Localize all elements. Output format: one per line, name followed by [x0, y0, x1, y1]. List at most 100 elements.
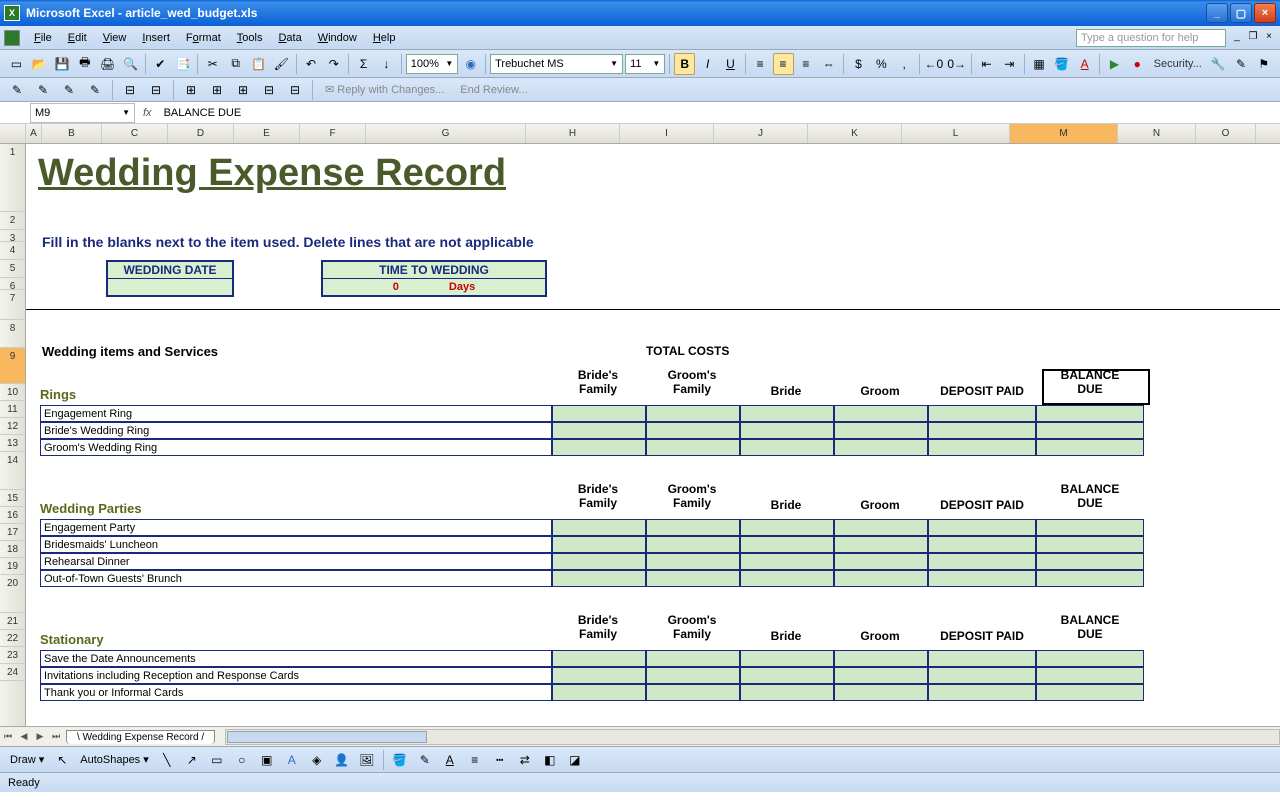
oval-icon[interactable]: ○: [231, 749, 253, 771]
mdi-restore[interactable]: ❐: [1246, 31, 1260, 45]
table-cell[interactable]: [646, 405, 740, 422]
row-24[interactable]: 24: [0, 664, 25, 681]
table-cell[interactable]: [552, 405, 646, 422]
table-cell[interactable]: [740, 684, 834, 701]
table-cell[interactable]: [1036, 650, 1144, 667]
table-cell[interactable]: [1036, 422, 1144, 439]
table-cell[interactable]: [740, 439, 834, 456]
table-cell[interactable]: [928, 553, 1036, 570]
permission-icon[interactable]: 🖶: [74, 53, 95, 75]
table-cell[interactable]: [552, 519, 646, 536]
percent-icon[interactable]: %: [871, 53, 892, 75]
research-icon[interactable]: 📑: [173, 53, 194, 75]
col-G[interactable]: G: [366, 124, 526, 143]
help-icon[interactable]: ◉: [460, 53, 481, 75]
row-2[interactable]: 2: [0, 212, 25, 230]
textbox-icon[interactable]: ▣: [256, 749, 278, 771]
col-J[interactable]: J: [714, 124, 808, 143]
fontcolor2-icon[interactable]: A: [439, 749, 461, 771]
select-all-corner[interactable]: [0, 124, 26, 143]
row-14[interactable]: 14: [0, 452, 25, 490]
align-right-icon[interactable]: ≡: [796, 53, 817, 75]
align-left-icon[interactable]: ≡: [750, 53, 771, 75]
zoom-combo[interactable]: 100%▼: [406, 54, 459, 74]
table-cell[interactable]: [928, 405, 1036, 422]
currency-icon[interactable]: $: [848, 53, 869, 75]
redo-icon[interactable]: ↷: [323, 53, 344, 75]
menu-format[interactable]: Format: [178, 30, 229, 46]
table-cell[interactable]: [1036, 519, 1144, 536]
tab-first[interactable]: ⏮: [0, 729, 16, 745]
autosum-icon[interactable]: Σ: [353, 53, 374, 75]
help-search-input[interactable]: Type a question for help: [1076, 29, 1226, 47]
col-D[interactable]: D: [168, 124, 234, 143]
linecolor-icon[interactable]: ✎: [414, 749, 436, 771]
rev3-icon[interactable]: ✎: [58, 79, 80, 101]
row-13[interactable]: 13: [0, 435, 25, 452]
decrease-decimal-icon[interactable]: 0→: [946, 53, 967, 75]
table-row[interactable]: Thank you or Informal Cards: [40, 684, 552, 701]
row-15[interactable]: 15: [0, 490, 25, 507]
row-6[interactable]: 6: [0, 278, 25, 290]
rectangle-icon[interactable]: ▭: [206, 749, 228, 771]
col-F[interactable]: F: [300, 124, 366, 143]
table-cell[interactable]: [552, 553, 646, 570]
row-18[interactable]: 18: [0, 541, 25, 558]
table-cell[interactable]: [834, 519, 928, 536]
preview-icon[interactable]: 🔍: [120, 53, 141, 75]
table-cell[interactable]: [834, 570, 928, 587]
line-icon[interactable]: ╲: [156, 749, 178, 771]
wordart-icon[interactable]: A: [281, 749, 303, 771]
table-cell[interactable]: [740, 667, 834, 684]
menu-help[interactable]: Help: [365, 30, 404, 46]
active-cell[interactable]: [1042, 369, 1150, 405]
row-3[interactable]: 3: [0, 230, 25, 242]
row-12[interactable]: 12: [0, 418, 25, 435]
linestyle-icon[interactable]: ≡: [464, 749, 486, 771]
row-20[interactable]: 20: [0, 575, 25, 613]
row-23[interactable]: 23: [0, 647, 25, 664]
table-cell[interactable]: [928, 650, 1036, 667]
fill-color-icon[interactable]: 🪣: [1051, 53, 1072, 75]
maximize-button[interactable]: ▢: [1230, 3, 1252, 23]
tool2-icon[interactable]: ✎: [1231, 53, 1252, 75]
table-row[interactable]: Engagement Party: [40, 519, 552, 536]
increase-decimal-icon[interactable]: ←0: [923, 53, 944, 75]
table-row[interactable]: Out-of-Town Guests' Brunch: [40, 570, 552, 587]
table-cell[interactable]: [552, 684, 646, 701]
table-cell[interactable]: [1036, 405, 1144, 422]
cut-icon[interactable]: ✂: [202, 53, 223, 75]
save-icon[interactable]: 💾: [52, 53, 73, 75]
underline-icon[interactable]: U: [720, 53, 741, 75]
table-cell[interactable]: [834, 553, 928, 570]
paste-icon[interactable]: 📋: [248, 53, 269, 75]
col-H[interactable]: H: [526, 124, 620, 143]
decrease-indent-icon[interactable]: ⇤: [976, 53, 997, 75]
mdi-minimize[interactable]: _: [1230, 31, 1244, 45]
undo-icon[interactable]: ↶: [301, 53, 322, 75]
row-11[interactable]: 11: [0, 401, 25, 418]
table-row[interactable]: Rehearsal Dinner: [40, 553, 552, 570]
table-cell[interactable]: [740, 422, 834, 439]
table-row[interactable]: Engagement Ring: [40, 405, 552, 422]
col-B[interactable]: B: [42, 124, 102, 143]
rev4-icon[interactable]: ✎: [84, 79, 106, 101]
menu-file[interactable]: File: [26, 30, 60, 46]
col-O[interactable]: O: [1196, 124, 1256, 143]
table-row[interactable]: Save the Date Announcements: [40, 650, 552, 667]
play-icon[interactable]: ▶: [1104, 53, 1125, 75]
table-cell[interactable]: [834, 650, 928, 667]
bold-icon[interactable]: B: [674, 53, 695, 75]
tab-prev[interactable]: ◀: [16, 729, 32, 745]
menu-edit[interactable]: Edit: [60, 30, 95, 46]
table-cell[interactable]: [928, 684, 1036, 701]
table-cell[interactable]: [646, 667, 740, 684]
col-K[interactable]: K: [808, 124, 902, 143]
tool3-icon[interactable]: ⚑: [1253, 53, 1274, 75]
table-cell[interactable]: [646, 536, 740, 553]
col-E[interactable]: E: [234, 124, 300, 143]
wedding-date-value[interactable]: [106, 279, 234, 297]
row-1[interactable]: 1: [0, 144, 25, 212]
table-cell[interactable]: [928, 667, 1036, 684]
rev1-icon[interactable]: ✎: [6, 79, 28, 101]
